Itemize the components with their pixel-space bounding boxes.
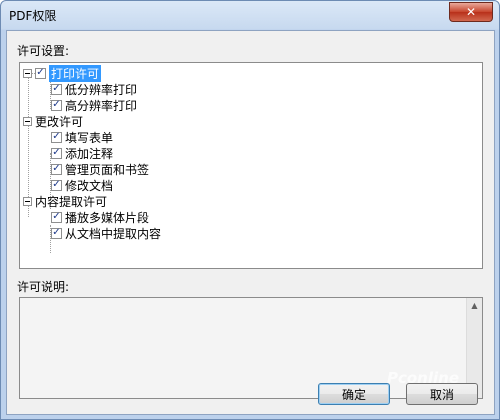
collapse-icon[interactable] — [23, 116, 32, 126]
tree-item-manage-pages[interactable]: ✓ 管理页面和书签 — [51, 161, 149, 177]
checkbox[interactable]: ✓ — [51, 227, 62, 239]
pdf-permissions-dialog: PDF权限 ✕ 许可设置: ✓ 打印许可 ✓ 低分辨率打印 ✓ 高分辨率打印 更… — [0, 0, 500, 420]
tree-group-modify[interactable]: 更改许可 — [23, 113, 83, 129]
window-title: PDF权限 — [9, 9, 57, 23]
tree-group-extract[interactable]: 内容提取许可 — [23, 193, 107, 209]
tree-item-label: 添加注释 — [65, 146, 114, 161]
checkbox[interactable]: ✓ — [51, 83, 62, 95]
checkbox[interactable]: ✓ — [51, 211, 62, 223]
tree-item-label: 修改文档 — [65, 178, 114, 193]
ok-button[interactable]: 确定 — [318, 383, 390, 405]
tree-item-label: 低分辨率打印 — [65, 82, 138, 97]
description-label: 许可说明: — [17, 280, 70, 294]
checkbox[interactable]: ✓ — [51, 147, 62, 159]
scroll-up-icon[interactable]: ▲ — [467, 298, 482, 313]
tree-item-high-res-print[interactable]: ✓ 高分辨率打印 — [51, 97, 137, 113]
collapse-icon[interactable] — [23, 196, 32, 206]
tree-item-extract-content[interactable]: ✓ 从文档中提取内容 — [51, 225, 161, 241]
tree-group-label: 更改许可 — [35, 114, 84, 129]
checkbox[interactable]: ✓ — [51, 163, 62, 175]
tree-item-label: 管理页面和书签 — [65, 162, 150, 177]
checkbox[interactable]: ✓ — [51, 99, 62, 111]
watermark: Pconline — [386, 369, 459, 387]
tree-item-label: 填写表单 — [65, 130, 114, 145]
tree-item-play-media[interactable]: ✓ 播放多媒体片段 — [51, 209, 149, 225]
tree-item-label: 高分辨率打印 — [65, 98, 138, 113]
permissions-tree[interactable]: ✓ 打印许可 ✓ 低分辨率打印 ✓ 高分辨率打印 更改许可 ✓ 填写表单 ✓ 添… — [19, 62, 483, 269]
collapse-icon[interactable] — [23, 68, 32, 78]
tree-item-modify-document[interactable]: ✓ 修改文档 — [51, 177, 113, 193]
checkbox[interactable]: ✓ — [51, 131, 62, 143]
tree-item-label: 播放多媒体片段 — [65, 210, 150, 225]
tree-group-label: 内容提取许可 — [35, 194, 108, 209]
tree-item-label: 从文档中提取内容 — [65, 226, 162, 241]
title-bar: PDF权限 ✕ — [1, 1, 499, 29]
tree-item-add-comments[interactable]: ✓ 添加注释 — [51, 145, 113, 161]
tree-item-low-res-print[interactable]: ✓ 低分辨率打印 — [51, 81, 137, 97]
tree-item-fill-forms[interactable]: ✓ 填写表单 — [51, 129, 113, 145]
close-icon: ✕ — [465, 5, 477, 19]
tree-group-print[interactable]: ✓ 打印许可 — [23, 64, 102, 82]
dialog-body: 许可设置: ✓ 打印许可 ✓ 低分辨率打印 ✓ 高分辨率打印 更改许可 ✓ 填写… — [6, 30, 495, 415]
checkbox[interactable]: ✓ — [51, 179, 62, 191]
permissions-label: 许可设置: — [17, 44, 70, 58]
tree-group-label: 打印许可 — [49, 64, 102, 82]
checkbox[interactable]: ✓ — [35, 67, 46, 79]
close-button[interactable]: ✕ — [449, 2, 493, 22]
